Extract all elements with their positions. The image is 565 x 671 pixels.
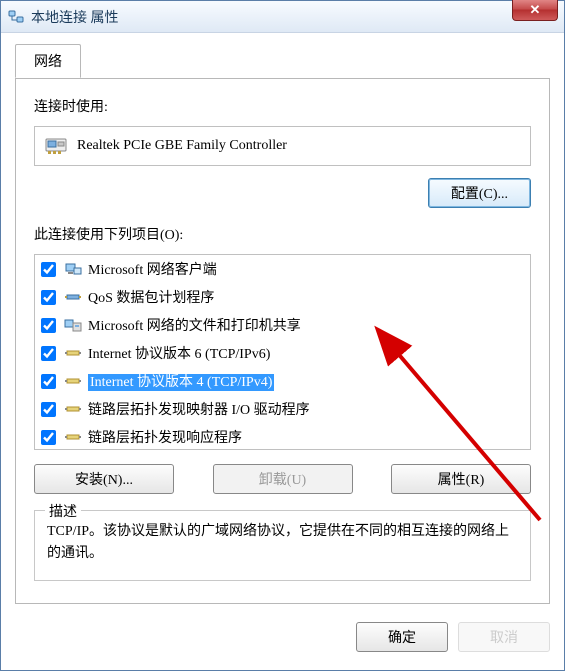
list-item[interactable]: QoS 数据包计划程序 <box>35 283 530 311</box>
configure-button[interactable]: 配置(C)... <box>428 178 531 208</box>
list-item[interactable]: Internet 协议版本 6 (TCP/IPv6) <box>35 339 530 367</box>
window-title: 本地连接 属性 <box>31 7 119 27</box>
sharing-icon <box>64 316 82 334</box>
close-icon: ✕ <box>530 2 541 18</box>
description-text: TCP/IP。该协议是默认的广域网络协议，它提供在不同的相互连接的网络上的通讯。 <box>47 521 518 566</box>
list-item[interactable]: Microsoft 网络客户端 <box>35 255 530 283</box>
description-group: 描述 TCP/IP。该协议是默认的广域网络协议，它提供在不同的相互连接的网络上的… <box>34 510 531 581</box>
item-checkbox[interactable] <box>41 318 56 333</box>
install-buttons-row: 安装(N)... 卸载(U) 属性(R) <box>34 464 531 494</box>
item-checkbox[interactable] <box>41 290 56 305</box>
properties-button[interactable]: 属性(R) <box>391 464 531 494</box>
items-listbox[interactable]: Microsoft 网络客户端 QoS 数据包计划程序 Microsoft 网络的文… <box>34 254 531 450</box>
item-checkbox[interactable] <box>41 430 56 445</box>
client-icon <box>64 260 82 278</box>
item-checkbox[interactable] <box>41 402 56 417</box>
proto-icon <box>64 344 82 362</box>
adapter-name: Realtek PCIe GBE Family Controller <box>77 138 287 154</box>
close-button[interactable]: ✕ <box>512 0 558 21</box>
item-label: Microsoft 网络的文件和打印机共享 <box>88 315 301 335</box>
adapter-label: 连接时使用: <box>34 96 531 116</box>
list-item[interactable]: Microsoft 网络的文件和打印机共享 <box>35 311 530 339</box>
dialog-footer: 确定 取消 <box>15 622 550 656</box>
install-button[interactable]: 安装(N)... <box>34 464 174 494</box>
proto-icon <box>64 400 82 418</box>
titlebar[interactable]: 本地连接 属性 ✕ <box>1 1 564 33</box>
item-label: Internet 协议版本 6 (TCP/IPv6) <box>88 343 270 363</box>
tab-content: 连接时使用: Realtek PCIe GBE Family Controlle… <box>15 78 550 604</box>
item-label: Microsoft 网络客户端 <box>88 259 217 279</box>
properties-dialog: 本地连接 属性 ✕ 网络 连接时使用: <box>0 0 565 671</box>
list-item[interactable]: 链路层拓扑发现映射器 I/O 驱动程序 <box>35 395 530 423</box>
proto-icon <box>64 428 82 446</box>
item-label: 链路层拓扑发现响应程序 <box>88 427 242 447</box>
item-label: Internet 协议版本 4 (TCP/IPv4) <box>88 371 274 391</box>
item-label: 链路层拓扑发现映射器 I/O 驱动程序 <box>88 399 310 419</box>
cancel-button[interactable]: 取消 <box>458 622 550 652</box>
item-checkbox[interactable] <box>41 262 56 277</box>
dialog-body: 网络 连接时使用: Realtek PCIe GBE Family Contro… <box>1 33 564 670</box>
item-checkbox[interactable] <box>41 346 56 361</box>
list-item[interactable]: 链路层拓扑发现响应程序 <box>35 423 530 450</box>
connection-icon <box>7 8 25 26</box>
tab-networking[interactable]: 网络 <box>15 44 81 78</box>
item-label: QoS 数据包计划程序 <box>88 287 214 307</box>
uninstall-button[interactable]: 卸载(U) <box>213 464 353 494</box>
ok-button[interactable]: 确定 <box>356 622 448 652</box>
nic-icon <box>45 136 67 156</box>
tabstrip: 网络 <box>15 44 550 79</box>
item-checkbox[interactable] <box>41 374 56 389</box>
adapter-box: Realtek PCIe GBE Family Controller <box>34 126 531 166</box>
description-legend: 描述 <box>45 501 81 521</box>
qos-icon <box>64 288 82 306</box>
items-label: 此连接使用下列项目(O): <box>34 224 531 244</box>
list-item[interactable]: Internet 协议版本 4 (TCP/IPv4) <box>35 367 530 395</box>
proto-icon <box>64 372 82 390</box>
